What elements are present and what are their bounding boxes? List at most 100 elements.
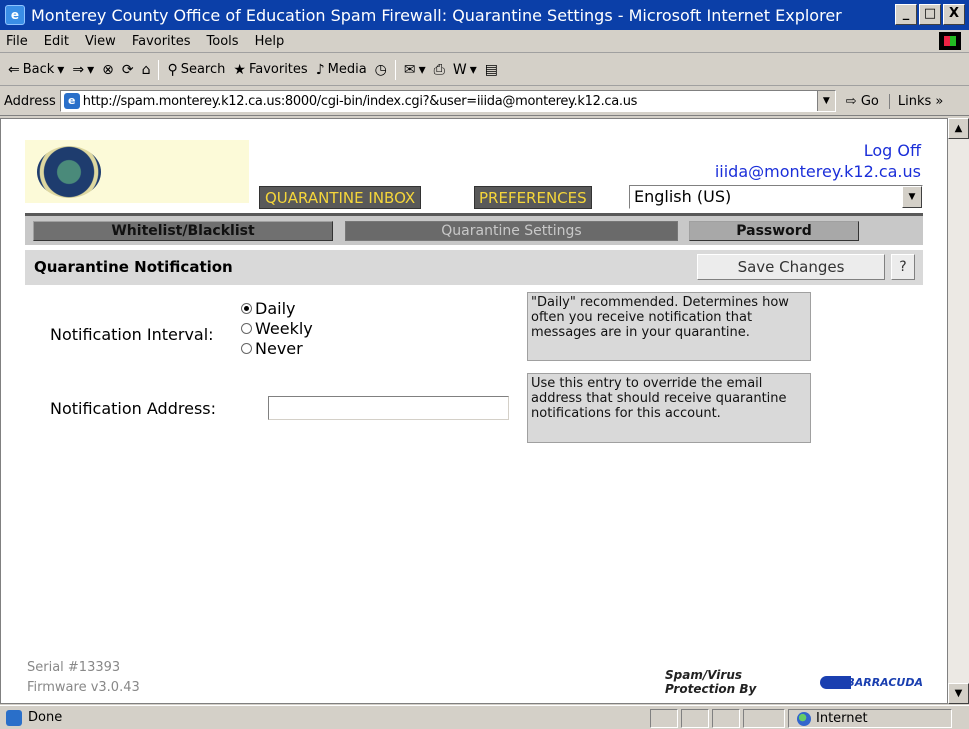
page-icon: e: [63, 93, 80, 109]
section-title: Quarantine Notification: [34, 258, 233, 276]
status-panel: [712, 709, 740, 728]
firmware-info: Serial #13393 Firmware v3.0.43: [27, 658, 140, 698]
chevron-down-icon: ▾: [418, 61, 426, 78]
search-label: Search: [180, 62, 226, 77]
chevron-down-icon[interactable]: ▼: [902, 186, 922, 208]
subtab-password[interactable]: Password: [689, 221, 859, 241]
scroll-up-icon[interactable]: ▲: [948, 118, 969, 139]
menu-tools[interactable]: Tools: [199, 34, 247, 49]
media-button[interactable]: ♪ Media: [316, 62, 367, 78]
history-icon: ◷: [374, 61, 387, 78]
stop-button[interactable]: ⊗: [102, 62, 114, 78]
section-header: Quarantine Notification Save Changes ?: [25, 250, 923, 285]
security-zone: Internet: [788, 709, 952, 728]
chevron-down-icon: ▾: [87, 61, 95, 78]
notification-address-input[interactable]: [268, 396, 509, 420]
home-button[interactable]: ⌂: [142, 62, 151, 78]
radio-weekly[interactable]: [241, 323, 252, 334]
vertical-scrollbar[interactable]: ▲ ▼: [948, 118, 969, 704]
forward-button[interactable]: ⇒ ▾: [72, 62, 94, 78]
tab-preferences[interactable]: PREFERENCES: [474, 186, 592, 209]
status-text: Done: [28, 710, 63, 725]
maximize-button[interactable]: □: [919, 4, 941, 25]
menu-help[interactable]: Help: [247, 34, 293, 49]
standard-toolbar: ⇐ Back ▾ ⇒ ▾ ⊗ ⟳ ⌂ ⚲ Search ★ Favorites …: [0, 54, 969, 86]
refresh-icon: ⟳: [121, 61, 134, 78]
interval-help-text: "Daily" recommended. Determines how ofte…: [527, 292, 811, 361]
user-email-link[interactable]: iiida@monterey.k12.ca.us: [715, 162, 921, 181]
protection-text: Spam/Virus Protection By: [665, 668, 757, 696]
history-button[interactable]: ◷: [375, 62, 387, 78]
menu-bar: File Edit View Favorites Tools Help: [0, 30, 969, 53]
print-button[interactable]: ⎙: [434, 62, 445, 78]
help-button[interactable]: ?: [891, 254, 915, 280]
minimize-button[interactable]: _: [895, 4, 917, 25]
status-panel: [650, 709, 678, 728]
discuss-button[interactable]: ▤: [485, 62, 498, 78]
radio-weekly-label: Weekly: [255, 319, 313, 338]
windows-logo-icon: [939, 32, 961, 50]
log-off-link[interactable]: Log Off: [864, 141, 921, 160]
go-label: Go: [860, 93, 879, 109]
go-button[interactable]: ⇨ Go: [846, 94, 879, 109]
word-icon: W: [452, 61, 467, 78]
address-url[interactable]: http://spam.monterey.k12.ca.us:8000/cgi-…: [83, 94, 638, 109]
links-button[interactable]: Links »: [888, 93, 943, 109]
toolbar-separator: [158, 59, 160, 80]
tab-quarantine-inbox[interactable]: QUARANTINE INBOX: [259, 186, 422, 209]
address-input[interactable]: e http://spam.monterey.k12.ca.us:8000/cg…: [59, 90, 836, 112]
search-button[interactable]: ⚲ Search: [167, 62, 225, 78]
home-icon: ⌂: [141, 61, 151, 78]
address-dropdown-icon[interactable]: ▼: [816, 91, 835, 111]
interval-option-weekly[interactable]: Weekly: [241, 319, 313, 338]
scroll-down-icon[interactable]: ▼: [948, 683, 969, 704]
menu-favorites[interactable]: Favorites: [124, 34, 199, 49]
window-controls: _ □ X: [895, 4, 965, 25]
county-seal-logo: [37, 146, 101, 198]
chevron-down-icon: ▾: [57, 61, 65, 78]
subtab-quarantine-settings[interactable]: Quarantine Settings: [345, 221, 678, 241]
favorites-button[interactable]: ★ Favorites: [233, 62, 307, 78]
language-value: English (US): [634, 187, 732, 206]
back-button[interactable]: ⇐ Back ▾: [8, 62, 64, 78]
toolbar-separator: [394, 59, 396, 80]
status-panel: [743, 709, 785, 728]
address-bar: Address e http://spam.monterey.k12.ca.us…: [0, 87, 969, 116]
ie-app-icon: e: [5, 5, 25, 25]
interval-option-daily[interactable]: Daily: [241, 299, 295, 318]
close-button[interactable]: X: [943, 4, 965, 25]
favorites-icon: ★: [233, 61, 246, 78]
refresh-button[interactable]: ⟳: [122, 62, 134, 78]
mail-button[interactable]: ✉ ▾: [404, 62, 426, 78]
edit-button[interactable]: W ▾: [453, 62, 477, 78]
radio-never-label: Never: [255, 339, 303, 358]
discuss-icon: ▤: [484, 61, 498, 78]
back-label: Back: [22, 62, 55, 77]
back-arrow-icon: ⇐: [8, 61, 20, 78]
menu-file[interactable]: File: [0, 34, 36, 49]
subtab-whitelist-blacklist[interactable]: Whitelist/Blacklist: [33, 221, 333, 241]
menu-view[interactable]: View: [77, 34, 124, 49]
forward-arrow-icon: ⇒: [72, 61, 85, 78]
barracuda-logo[interactable]: BARRACUDA: [820, 675, 923, 689]
radio-daily-label: Daily: [255, 299, 296, 318]
page-status-icon: [6, 709, 22, 726]
interval-option-never[interactable]: Never: [241, 339, 303, 358]
globe-icon: [797, 711, 811, 726]
stop-icon: ⊗: [102, 61, 114, 78]
mail-icon: ✉: [403, 61, 416, 78]
search-icon: ⚲: [167, 61, 178, 78]
language-select[interactable]: English (US) ▼: [629, 185, 923, 209]
spam-firewall-page: Log Off iiida@monterey.k12.ca.us QUARANT…: [25, 133, 923, 696]
window-title-bar: e Monterey County Office of Education Sp…: [0, 0, 969, 30]
notification-interval-label: Notification Interval:: [50, 325, 214, 344]
logo-box: [25, 140, 249, 203]
print-icon: ⎙: [433, 61, 445, 78]
radio-never[interactable]: [241, 343, 252, 354]
go-arrow-icon: ⇨: [845, 93, 857, 109]
media-label: Media: [327, 62, 367, 77]
save-changes-button[interactable]: Save Changes: [697, 254, 885, 280]
radio-daily[interactable]: [241, 303, 252, 314]
menu-edit[interactable]: Edit: [36, 34, 77, 49]
status-panel: [681, 709, 709, 728]
